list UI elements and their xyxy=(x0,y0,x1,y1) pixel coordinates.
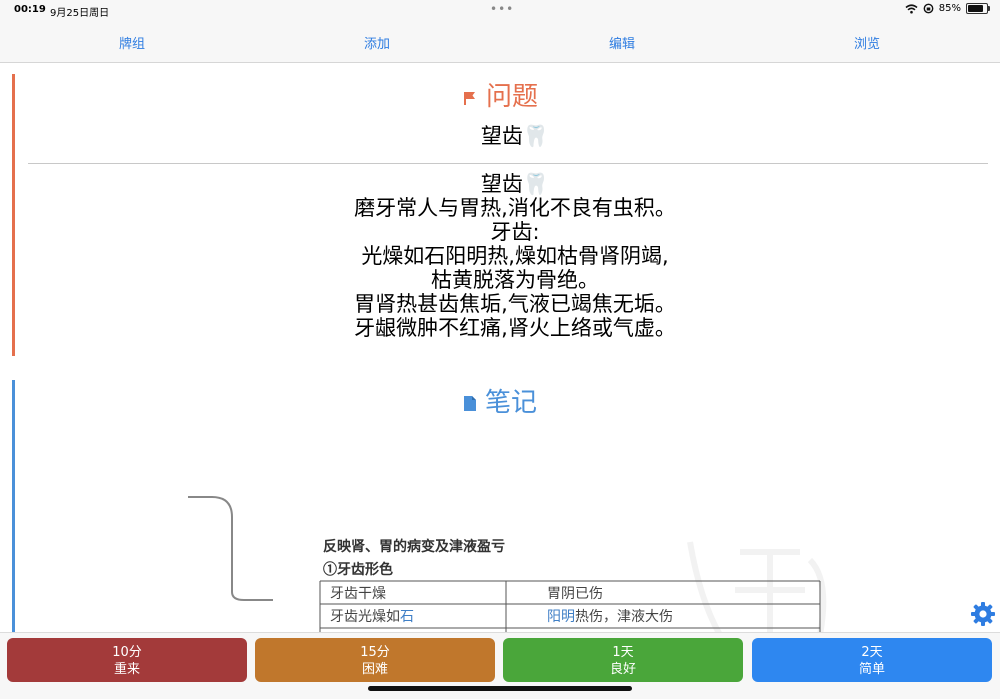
lock-rotation-icon xyxy=(923,3,934,14)
battery-icon xyxy=(966,3,990,14)
back-line: 牙龈微肿不红痛,肾火上络或气虚。 xyxy=(354,316,676,340)
wifi-icon xyxy=(905,3,918,13)
table-cell-highlight: 石 xyxy=(400,609,414,625)
nav-edit[interactable]: 编辑 xyxy=(562,33,682,52)
table-cell-highlight: 阳明 xyxy=(547,609,575,625)
back-line: 胃肾热甚齿焦垢,气液已竭焦无垢。 xyxy=(354,292,676,316)
table-cell-text: 牙齿光燥如 xyxy=(330,609,400,625)
flag-icon xyxy=(463,91,475,105)
table-cell: 牙齿干燥 xyxy=(330,586,386,602)
status-indicators: 85% xyxy=(905,3,990,14)
question-heading-label: 问题 xyxy=(485,82,538,112)
back-line: 枯黄脱落为骨绝。 xyxy=(431,268,599,292)
note-image-title: 反映肾、胃的病变及津液盈亏 xyxy=(323,538,505,555)
answer-interval: 10分 xyxy=(112,645,142,660)
nav-browse[interactable]: 浏览 xyxy=(807,33,927,52)
note-mindmap-image: 反映肾、胃的病变及津液盈亏 ①牙齿形色 牙齿干燥 胃阴已伤 牙齿光燥如石 阳明热… xyxy=(188,496,827,635)
answer-label: 困难 xyxy=(361,662,388,677)
battery-fill xyxy=(968,5,984,12)
answer-interval: 2天 xyxy=(861,645,883,660)
back-line: 磨牙常人与胃热,消化不良有虫积。 xyxy=(354,196,676,220)
answer-easy-button[interactable]: 2天 简单 xyxy=(752,638,992,682)
note-heading-label: 笔记 xyxy=(484,388,537,418)
note-heading: 笔记 xyxy=(0,382,1000,419)
table-cell: 阳明热伤，津液大伤 xyxy=(547,609,673,625)
table-cell: 牙齿光燥如石 xyxy=(330,609,414,625)
status-time: 00:19 xyxy=(14,4,46,15)
table-cell: 胃阴已伤 xyxy=(547,586,603,602)
back-line: 光燥如石阳明热,燥如枯骨肾阴竭, xyxy=(361,244,669,268)
note-image-subtitle: ①牙齿形色 xyxy=(323,561,393,578)
home-indicator[interactable] xyxy=(368,686,632,691)
answer-interval: 1天 xyxy=(612,645,634,660)
answer-interval: 15分 xyxy=(360,645,390,660)
back-line: 牙齿: xyxy=(490,220,540,244)
nav-add[interactable]: 添加 xyxy=(317,33,437,52)
gear-icon[interactable] xyxy=(970,601,996,627)
battery-percent: 85% xyxy=(938,3,961,14)
answer-label: 简单 xyxy=(858,662,885,677)
answer-hard-button[interactable]: 15分 困难 xyxy=(255,638,495,682)
nav-decks[interactable]: 牌组 xyxy=(72,33,192,52)
multitask-dots-icon[interactable]: ••• xyxy=(490,2,514,16)
answer-divider xyxy=(28,163,988,164)
table-cell-text: 热伤，津液大伤 xyxy=(575,609,673,625)
answer-label: 重来 xyxy=(113,662,140,677)
status-date: 9月25日周日 xyxy=(50,8,110,19)
answer-good-button[interactable]: 1天 良好 xyxy=(503,638,743,682)
card-front: 望齿🦷 xyxy=(480,124,550,148)
question-heading: 问题 xyxy=(0,76,1000,113)
document-icon xyxy=(463,396,476,411)
answer-again-button[interactable]: 10分 重来 xyxy=(7,638,247,682)
watermark xyxy=(687,541,827,635)
nav-bar: 牌组 添加 编辑 浏览 xyxy=(0,22,1000,63)
mindmap-connector xyxy=(188,496,273,601)
card-back: 望齿🦷 磨牙常人与胃热,消化不良有虫积。 牙齿: 光燥如石阳明热,燥如枯骨肾阴竭… xyxy=(15,172,1000,340)
status-bar: 00:19 9月25日周日 ••• 85% xyxy=(0,0,1000,22)
back-line: 望齿🦷 xyxy=(480,172,550,196)
answer-label: 良好 xyxy=(609,662,636,677)
